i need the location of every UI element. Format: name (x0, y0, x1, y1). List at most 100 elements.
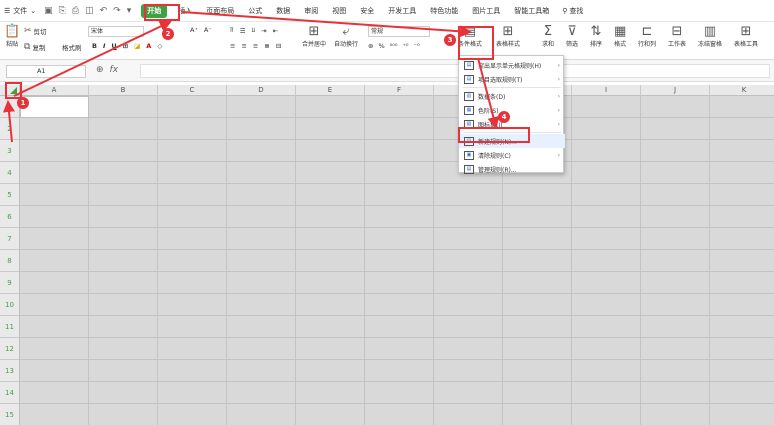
menu-item[interactable]: ▤ 突出显示单元格规则(H) › (459, 58, 565, 72)
redo-icon[interactable]: ↷ (113, 6, 121, 16)
row-header[interactable]: 15 (0, 404, 20, 425)
percent-icon[interactable]: % (378, 42, 384, 50)
fill-color-icon[interactable]: ◪ (134, 42, 140, 50)
align-right-icon[interactable]: ≡ (253, 42, 258, 50)
row-header[interactable]: 6 (0, 206, 20, 228)
column-header[interactable]: F (365, 85, 434, 96)
column-header[interactable]: K (710, 85, 774, 96)
tab-6[interactable]: 视图 (325, 0, 353, 22)
format-button[interactable]: ▦ 格式 (614, 24, 626, 48)
highlight-box-select-all (5, 82, 22, 99)
increase-decimal-icon[interactable]: ⁺⁰ (402, 42, 408, 50)
decrease-font-icon[interactable]: A⁻ (204, 26, 212, 34)
worksheet-button[interactable]: ⊟ 工作表 (668, 24, 686, 48)
row-header[interactable]: 10 (0, 294, 20, 316)
column-header[interactable]: B (89, 85, 158, 96)
align-top-icon[interactable]: ⫪ (230, 26, 234, 35)
column-header[interactable]: C (158, 85, 227, 96)
undo-icon[interactable]: ↶ (100, 6, 108, 16)
file-menu[interactable]: ☰ 文件 ⌄ (0, 6, 36, 16)
active-cell-a1[interactable] (20, 96, 89, 118)
row-header[interactable]: 2 (0, 118, 20, 140)
rule-icon: ▤ (464, 164, 474, 174)
menu-item[interactable]: ▤ 管理规则(R)... (459, 162, 565, 176)
freeze-button[interactable]: ▥ 冻结窗格 (698, 24, 722, 48)
currency-icon[interactable]: ⊛ (368, 42, 373, 50)
menu-item[interactable]: ▤ 项目选取规则(T) › (459, 72, 565, 86)
number-format-select[interactable]: 常规 (368, 26, 430, 37)
row-header[interactable]: 13 (0, 360, 20, 382)
column-header[interactable]: A (20, 85, 89, 96)
table-style-button[interactable]: ⊞ 表格样式 (496, 24, 520, 48)
align-bottom-icon[interactable]: ⫫ (252, 26, 256, 35)
tab-3[interactable]: 公式 (241, 0, 269, 22)
column-header[interactable]: E (296, 85, 365, 96)
spreadsheet-app: ☰ 文件 ⌄ ▣ ⎘ ⎙ ◫ ↶ ↷ ▾ 开始 插入 页面布局 公式 数据 审阅 视图 安全开… (0, 0, 774, 425)
font-name-select[interactable]: 宋体 (88, 26, 144, 37)
save-icon[interactable]: ▣ (44, 6, 53, 16)
thousands-icon[interactable]: ⁰⁰⁰ (390, 42, 398, 50)
search-command[interactable]: ⚲ 查找 (562, 6, 583, 16)
menu-item[interactable]: ▦ 色阶(S) › (459, 103, 565, 117)
sort-button[interactable]: ⇅ 排序 (590, 24, 602, 48)
outdent-icon[interactable]: ⇤ (273, 27, 278, 35)
menu-item[interactable]: ▥ 数据条(D) › (459, 89, 565, 103)
bold-icon[interactable]: B (92, 42, 97, 50)
align-left-icon[interactable]: ≡ (230, 42, 235, 50)
print-preview-icon[interactable]: ◫ (85, 6, 94, 16)
cut-button[interactable]: ✂ 剪切 (24, 26, 47, 36)
tab-9[interactable]: 特色功能 (423, 0, 465, 22)
auto-wrap-button[interactable]: ⤶ 自动换行 (334, 24, 358, 48)
sum-button[interactable]: Σ 求和 (542, 24, 554, 48)
column-header[interactable]: J (641, 85, 710, 96)
filter-button[interactable]: ⊽ 筛选 (566, 24, 578, 48)
tab-8[interactable]: 开发工具 (381, 0, 423, 22)
merge-center-button[interactable]: ⊞ 合并居中 (302, 24, 326, 48)
row-header[interactable]: 5 (0, 184, 20, 206)
tab-2[interactable]: 页面布局 (199, 0, 241, 22)
indent-icon[interactable]: ⇥ (261, 27, 266, 35)
row-header[interactable]: 9 (0, 272, 20, 294)
fx-icon[interactable]: fx (110, 65, 119, 75)
formula-input[interactable] (140, 64, 770, 78)
menu-item[interactable]: ▣ 清除规则(C) › (459, 148, 565, 162)
copy-button[interactable]: ⧉ 复制 (24, 42, 45, 52)
row-header[interactable]: 4 (0, 162, 20, 184)
row-header[interactable]: 3 (0, 140, 20, 162)
export-icon[interactable]: ⎘ (59, 6, 66, 16)
distribute-icon[interactable]: ⊟ (276, 42, 281, 50)
italic-icon[interactable]: I (103, 42, 105, 50)
rule-icon: ▤ (464, 74, 474, 84)
more-icon[interactable]: ▾ (127, 6, 132, 16)
column-header[interactable]: D (227, 85, 296, 96)
table-tools-button[interactable]: ⊞ 表格工具 (734, 24, 758, 48)
tab-4[interactable]: 数据 (269, 0, 297, 22)
row-header[interactable]: 12 (0, 338, 20, 360)
row-col-button[interactable]: ⊏ 行和列 (638, 24, 656, 48)
justify-icon[interactable]: ≣ (264, 42, 269, 50)
border-icon[interactable]: ⊞ (123, 42, 128, 50)
name-box[interactable]: A1 (6, 65, 86, 78)
row-header[interactable]: 8 (0, 250, 20, 272)
align-center-icon[interactable]: ≡ (241, 42, 246, 50)
cell-area[interactable] (20, 96, 774, 425)
row-header[interactable]: 7 (0, 228, 20, 250)
clear-icon[interactable]: ◇ (157, 42, 162, 50)
tab-5[interactable]: 审阅 (297, 0, 325, 22)
row-header[interactable]: 11 (0, 316, 20, 338)
zoom-icon[interactable]: ⊕ (96, 65, 104, 75)
decrease-decimal-icon[interactable]: ⁻⁰ (414, 42, 420, 50)
column-header[interactable]: I (572, 85, 641, 96)
tab-10[interactable]: 图片工具 (465, 0, 507, 22)
underline-icon[interactable]: U (111, 42, 116, 50)
font-color-icon[interactable]: A (146, 42, 151, 50)
paste-button[interactable]: 📋 粘贴 (4, 24, 20, 48)
font-style-group: B I U ⊞ ◪ A ◇ (92, 42, 162, 50)
print-icon[interactable]: ⎙ (72, 6, 79, 16)
increase-font-icon[interactable]: A⁺ (190, 26, 198, 34)
tab-11[interactable]: 智能工具箱 (507, 0, 556, 22)
row-header[interactable]: 14 (0, 382, 20, 404)
align-middle-icon[interactable]: ☰ (240, 27, 246, 35)
tab-7[interactable]: 安全 (353, 0, 381, 22)
format-painter-button[interactable]: 格式刷 (62, 42, 82, 52)
